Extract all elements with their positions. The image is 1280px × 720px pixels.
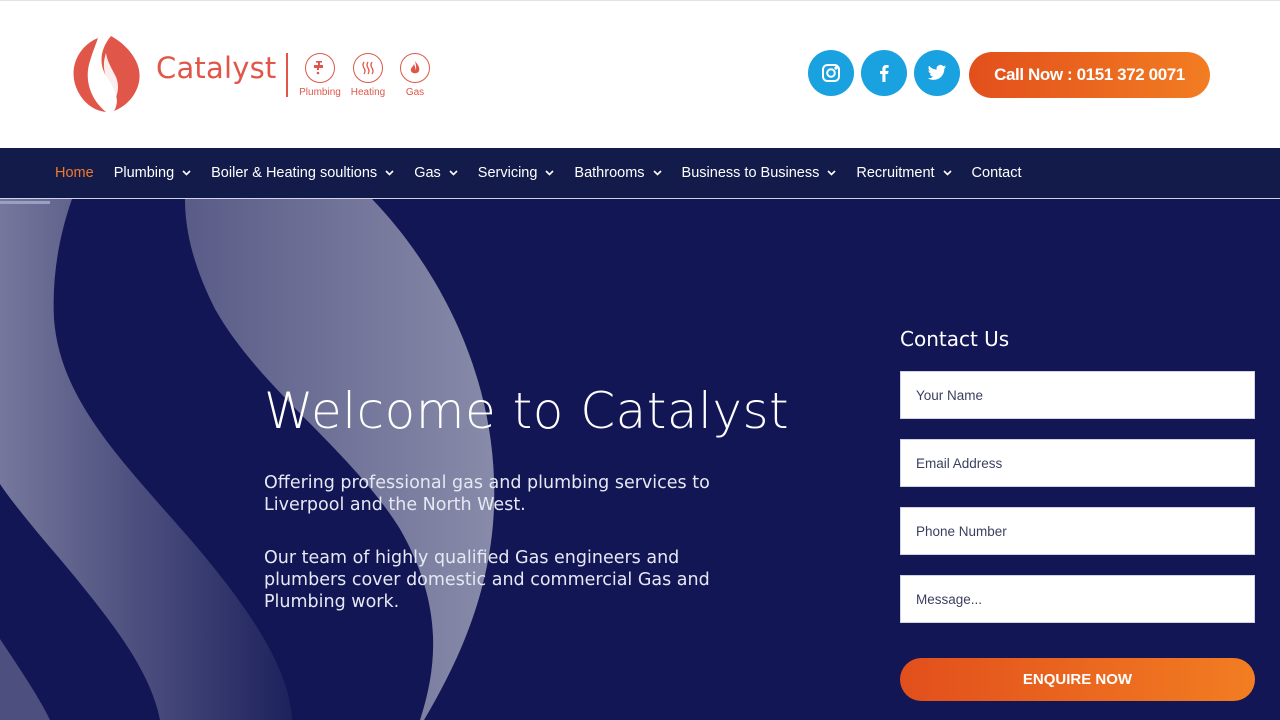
name-input[interactable] (900, 371, 1255, 419)
service-label: Gas (405, 87, 425, 98)
chevron-down-icon (827, 170, 836, 176)
logo-wordmark: Catalyst (156, 51, 277, 85)
main-navigation: Home Plumbing Boiler & Heating soultions… (0, 148, 1280, 199)
flame-icon (400, 53, 430, 83)
nav-item-business-to-business[interactable]: Business to Business (682, 165, 837, 181)
twitter-button[interactable] (914, 50, 960, 96)
nav-item-label: Contact (971, 165, 1022, 181)
service-heating: Heating (344, 53, 392, 98)
nav-item-recruitment[interactable]: Recruitment (856, 165, 952, 181)
contact-form-title: Contact Us (900, 327, 1010, 351)
message-input[interactable] (900, 575, 1255, 623)
nav-item-gas[interactable]: Gas (414, 165, 458, 181)
nav-item-label: Boiler & Heating soultions (211, 165, 378, 181)
hero-accent-line (0, 201, 50, 204)
nav-item-bathrooms[interactable]: Bathrooms (574, 165, 662, 181)
chevron-down-icon (545, 170, 554, 176)
nav-item-contact[interactable]: Contact (972, 165, 1022, 181)
hero-team-text: Our team of highly qualified Gas enginee… (264, 548, 710, 612)
logo-divider (286, 53, 288, 97)
nav-item-label: Bathrooms (574, 165, 645, 181)
nav-item-boiler-heating[interactable]: Boiler & Heating soultions (211, 165, 394, 181)
site-header: Catalyst Plumbing Heating Gas Call Now:… (0, 0, 1280, 148)
nav-menu: Home Plumbing Boiler & Heating soultions… (55, 148, 1042, 198)
chevron-down-icon (385, 170, 394, 176)
heat-waves-icon (353, 53, 383, 83)
nav-item-servicing[interactable]: Servicing (478, 165, 555, 181)
nav-item-label: Recruitment (856, 165, 935, 181)
phone-input[interactable] (900, 507, 1255, 555)
nav-item-label: Gas (414, 165, 441, 181)
service-label: Heating (350, 87, 386, 98)
twitter-icon (927, 64, 947, 80)
instagram-icon (822, 64, 840, 82)
service-gas: Gas (391, 53, 439, 98)
facebook-button[interactable] (861, 50, 907, 96)
chevron-down-icon (652, 170, 662, 176)
chevron-down-icon (182, 170, 191, 176)
call-now-button[interactable]: Call Now : 0151 372 0071 (969, 52, 1210, 98)
service-plumbing: Plumbing (296, 53, 344, 98)
hero-intro-text: Offering professional gas and plumbing s… (264, 473, 710, 515)
chevron-down-icon (449, 170, 458, 176)
nav-item-label: Plumbing (113, 165, 175, 181)
email-input[interactable] (900, 439, 1255, 487)
catalyst-logo[interactable]: Catalyst Plumbing Heating Gas (68, 35, 433, 115)
flame-logo-icon (73, 36, 140, 112)
nav-item-home[interactable]: Home (55, 165, 94, 181)
instagram-button[interactable] (808, 50, 854, 96)
hero-title: Welcome to Catalyst (264, 382, 790, 440)
nav-item-label: Business to Business (681, 165, 820, 181)
enquire-now-button[interactable]: ENQUIRE NOW (900, 658, 1255, 701)
nav-item-label: Servicing (477, 165, 538, 181)
nav-item-plumbing[interactable]: Plumbing (114, 165, 191, 181)
chevron-down-icon (942, 170, 952, 176)
tap-icon (305, 53, 335, 83)
hero-section: Welcome to Catalyst Offering professiona… (0, 199, 1280, 720)
facebook-icon (880, 65, 889, 82)
service-label: Plumbing (299, 87, 341, 98)
nav-item-label: Home (55, 165, 94, 181)
